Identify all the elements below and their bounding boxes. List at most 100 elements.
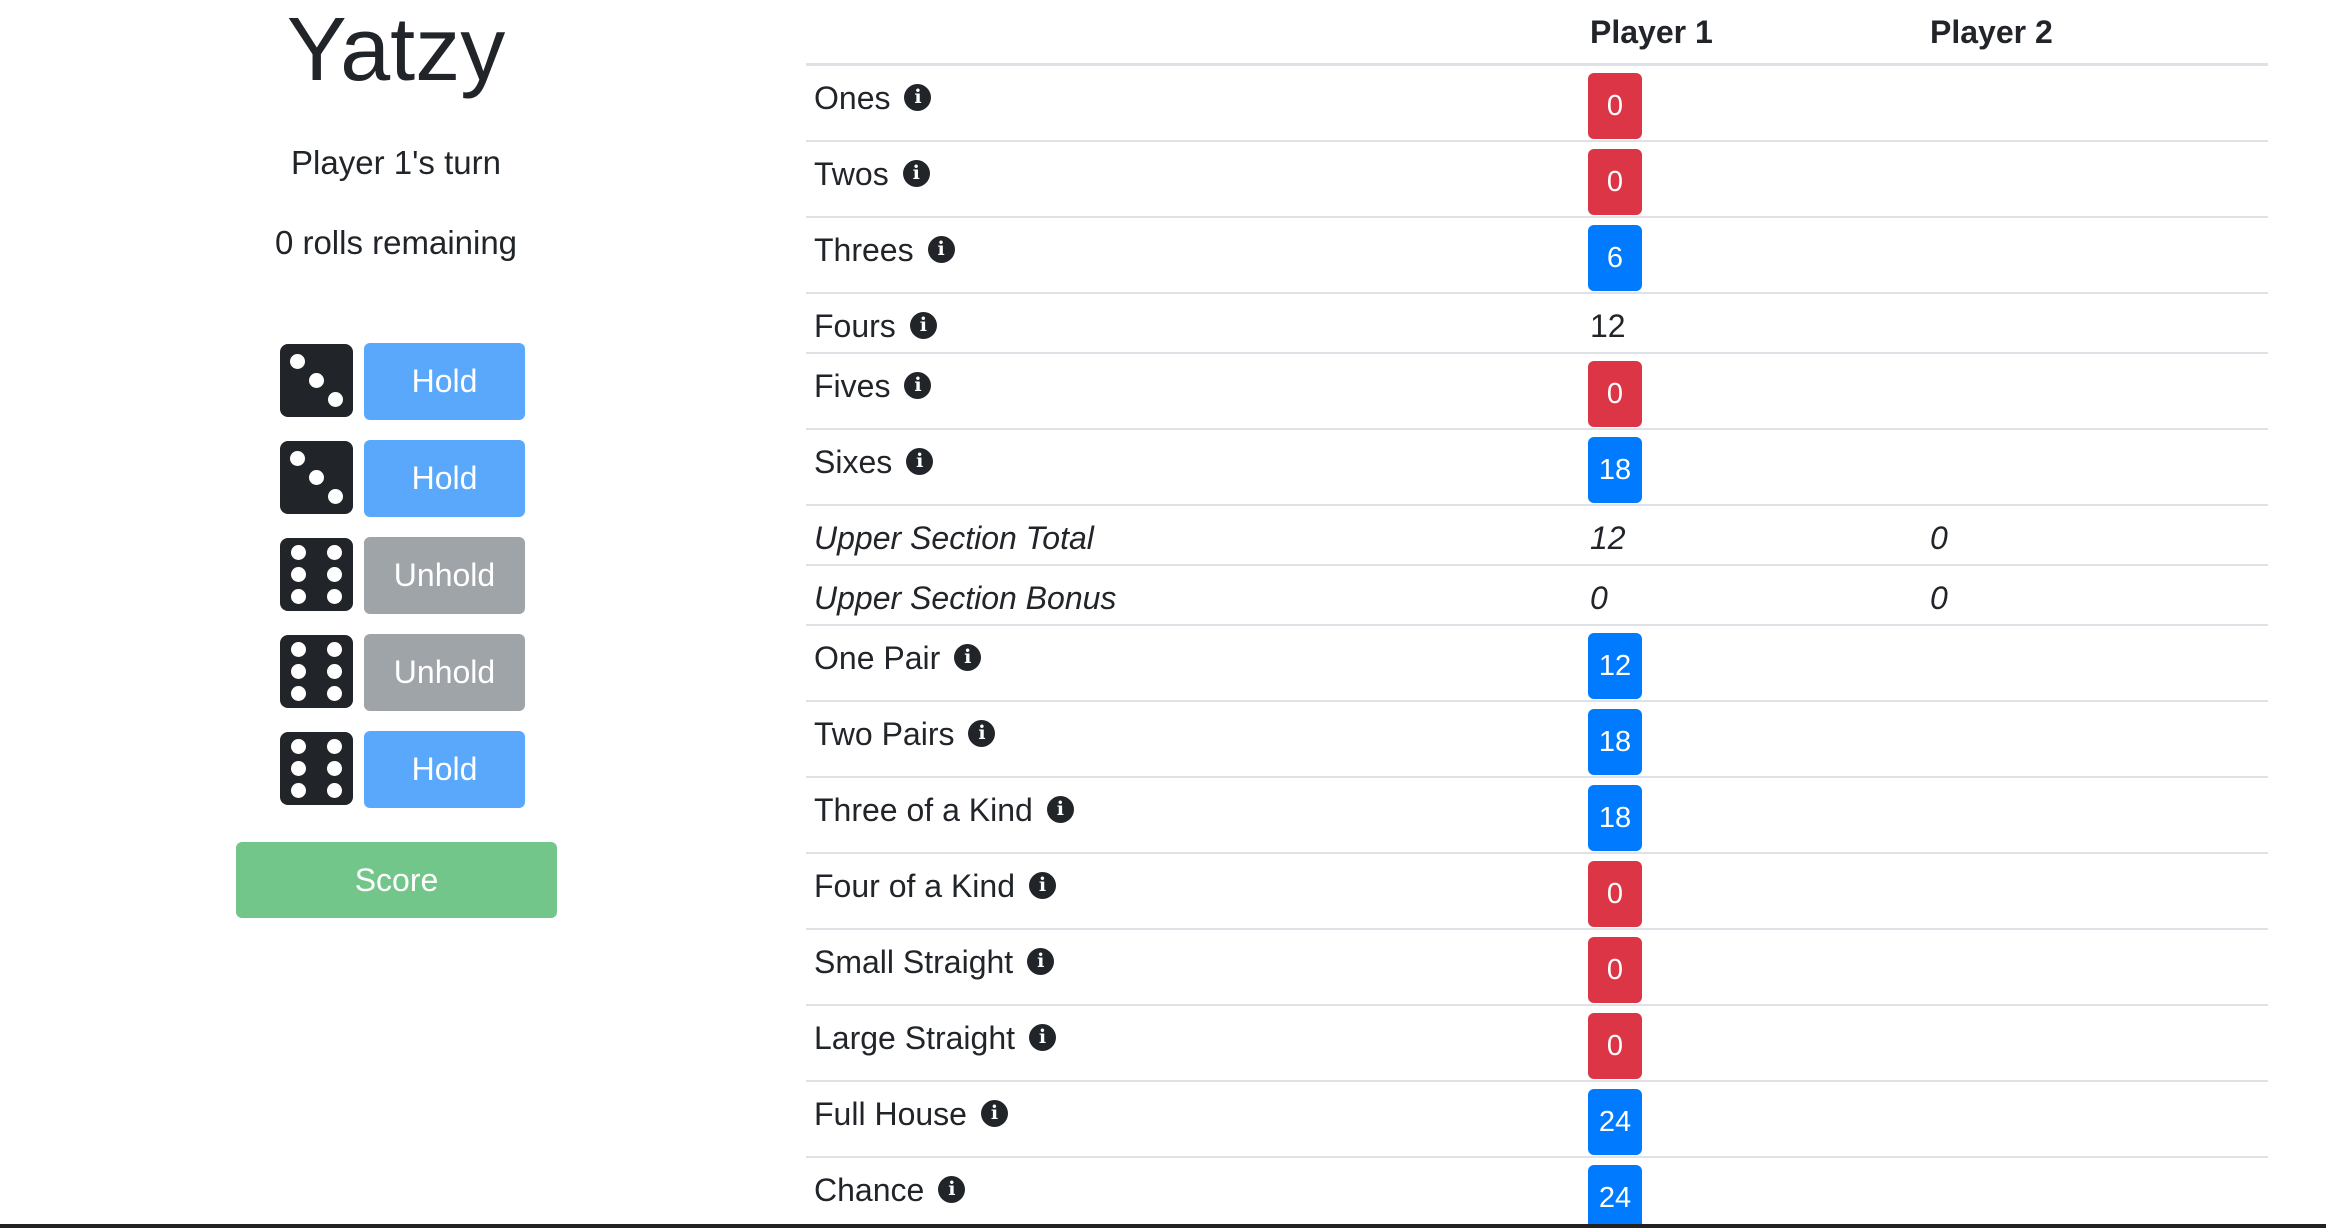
info-icon[interactable]: i	[909, 312, 937, 340]
category-name: Fours	[814, 308, 896, 344]
die-pip	[291, 642, 307, 658]
category-label: Fives i	[814, 366, 932, 406]
category-label: Sixes i	[814, 442, 934, 482]
die-3[interactable]	[280, 538, 353, 611]
table-row: Small Straight i 0	[806, 930, 2268, 1006]
die-pip	[327, 488, 343, 504]
score-option-badge[interactable]: 0	[1588, 861, 1642, 927]
die-pip	[291, 685, 307, 701]
info-icon[interactable]: i	[938, 1176, 966, 1204]
score-option-badge[interactable]: 0	[1588, 149, 1642, 215]
die-4[interactable]	[280, 635, 353, 708]
info-icon[interactable]: i	[902, 160, 930, 188]
table-row: Two Pairs i 18	[806, 702, 2268, 778]
category-label: Four of a Kind i	[814, 866, 1056, 906]
die-pip	[309, 470, 324, 485]
table-row: Three of a Kind i 18	[806, 778, 2268, 854]
info-icon[interactable]: i	[954, 644, 982, 672]
table-row: Threes i 6	[806, 218, 2268, 294]
category-label: Large Straight i	[814, 1018, 1057, 1058]
info-icon[interactable]: i	[1029, 1024, 1057, 1052]
category-name: Threes	[814, 232, 914, 268]
category-name: Ones	[814, 80, 891, 116]
score-option-badge[interactable]: 12	[1588, 633, 1642, 699]
die-pip	[290, 354, 306, 370]
score-button[interactable]: Score	[236, 842, 557, 918]
score-option-badge[interactable]: 0	[1588, 937, 1642, 1003]
total-player-2: 0	[1930, 520, 1948, 556]
info-icon[interactable]: i	[968, 720, 996, 748]
score-option-badge[interactable]: 0	[1588, 73, 1642, 139]
score-option-badge[interactable]: 24	[1588, 1165, 1642, 1228]
score-option-badge[interactable]: 18	[1588, 709, 1642, 775]
info-icon[interactable]: i	[1046, 796, 1074, 824]
info-icon[interactable]: i	[980, 1100, 1008, 1128]
category-label: Fours i	[814, 306, 937, 346]
die-1[interactable]	[280, 344, 353, 417]
total-player-1: 12	[1590, 520, 1626, 556]
score-option-badge[interactable]: 24	[1588, 1089, 1642, 1155]
page-title: Yatzy	[286, 0, 506, 100]
hold-button-2[interactable]: Hold	[364, 440, 525, 517]
table-header: Player 1 Player 2	[806, 0, 2268, 66]
category-name: One Pair	[814, 640, 941, 676]
die-pip	[326, 761, 342, 776]
score-option-badge[interactable]: 18	[1588, 785, 1642, 851]
table-row: Large Straight i 0	[806, 1006, 2268, 1082]
table-row: Twos i 0	[806, 142, 2268, 218]
category-label: Three of a Kind i	[814, 790, 1074, 830]
die-pip	[291, 664, 307, 679]
category-name: Two Pairs	[814, 716, 955, 752]
category-label: Small Straight i	[814, 942, 1055, 982]
header-player-2: Player 2	[1930, 14, 2053, 50]
yatzy-page: Yatzy Player 1's turn 0 rolls remaining …	[0, 0, 2326, 1228]
category-label: Chance i	[814, 1170, 966, 1210]
info-icon[interactable]: i	[904, 84, 932, 112]
score-option-badge[interactable]: 18	[1588, 437, 1642, 503]
dice-row: Hold	[280, 440, 530, 517]
table-row: Upper Section Total 12 0	[806, 506, 2268, 566]
die-2[interactable]	[280, 441, 353, 514]
category-label: Twos i	[814, 154, 930, 194]
hold-button-5[interactable]: Hold	[364, 731, 525, 808]
die-pip	[326, 685, 342, 701]
category-name: Sixes	[814, 444, 893, 480]
score-option-badge[interactable]: 0	[1588, 361, 1642, 427]
category-name: Four of a Kind	[814, 868, 1015, 904]
total-player-2: 0	[1930, 580, 1948, 616]
score-option-badge[interactable]: 6	[1588, 225, 1642, 291]
die-5[interactable]	[280, 732, 353, 805]
category-label: Ones i	[814, 78, 932, 118]
category-name: Small Straight	[814, 944, 1014, 980]
unhold-button-4[interactable]: Unhold	[364, 634, 525, 711]
category-name: Twos	[814, 156, 889, 192]
category-name: Chance	[814, 1172, 925, 1208]
table-row: One Pair i 12	[806, 626, 2268, 702]
category-name: Fives	[814, 368, 891, 404]
unhold-button-3[interactable]: Unhold	[364, 537, 525, 614]
score-value: 12	[1590, 308, 1626, 344]
table-body: Ones i 0 Twos i 0 Threes i 6 Fours i 12 Fives i 0 Sixes…	[806, 66, 2268, 1228]
info-icon[interactable]: i	[1027, 948, 1055, 976]
category-label: Threes i	[814, 230, 955, 270]
turn-indicator: Player 1's turn	[291, 144, 501, 181]
table-row: Four of a Kind i 0	[806, 854, 2268, 930]
category-label: Upper Section Total	[814, 518, 1094, 558]
dice-row: Unhold	[280, 537, 530, 614]
die-pip	[290, 451, 306, 467]
die-pip	[326, 782, 342, 798]
info-icon[interactable]: i	[906, 448, 934, 476]
score-option-badge[interactable]: 0	[1588, 1013, 1642, 1079]
category-name: Three of a Kind	[814, 792, 1033, 828]
header-player-1: Player 1	[1590, 14, 1713, 50]
die-pip	[291, 588, 307, 604]
info-icon[interactable]: i	[1029, 872, 1056, 900]
die-pip	[326, 642, 342, 658]
dice-row: Hold	[280, 343, 530, 420]
table-row: Full House i 24	[806, 1082, 2268, 1158]
die-pip	[326, 588, 342, 604]
info-icon[interactable]: i	[904, 372, 932, 400]
info-icon[interactable]: i	[927, 236, 955, 264]
hold-button-1[interactable]: Hold	[364, 343, 525, 420]
category-label: One Pair i	[814, 638, 982, 678]
